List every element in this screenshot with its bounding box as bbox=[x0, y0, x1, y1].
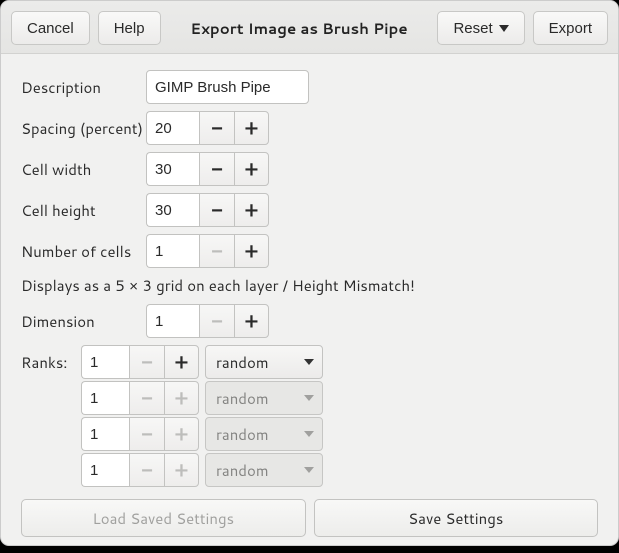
description-label: Description bbox=[21, 77, 146, 98]
export-button[interactable]: Export bbox=[533, 11, 608, 45]
rank-1-plus-button: + bbox=[164, 381, 199, 415]
rank-3-mode-label: random bbox=[216, 460, 269, 481]
dialog-window: Cancel Help Export Image as Brush Pipe R… bbox=[0, 0, 619, 546]
rank-0-mode-label: random bbox=[216, 352, 269, 373]
cell-height-plus-button[interactable]: + bbox=[234, 193, 269, 227]
rank-0-minus-button: − bbox=[129, 345, 164, 379]
reset-label: Reset bbox=[453, 20, 492, 37]
chevron-down-icon bbox=[304, 359, 314, 365]
chevron-down-icon bbox=[499, 25, 509, 32]
chevron-down-icon bbox=[304, 467, 314, 473]
cell-height-stepper: − + bbox=[146, 193, 269, 227]
rank-3-input[interactable] bbox=[81, 453, 129, 487]
num-cells-plus-button[interactable]: + bbox=[234, 234, 269, 268]
chevron-down-icon bbox=[304, 431, 314, 437]
cancel-button[interactable]: Cancel bbox=[11, 11, 90, 45]
rank-1-input[interactable] bbox=[81, 381, 129, 415]
dimension-input[interactable] bbox=[146, 304, 199, 338]
spacing-label: Spacing (percent) bbox=[21, 118, 146, 139]
rank-3-minus-button: − bbox=[129, 453, 164, 487]
num-cells-label: Number of cells bbox=[21, 241, 146, 262]
rank-1-stepper: − + bbox=[81, 381, 199, 415]
rank-2-mode-label: random bbox=[216, 424, 269, 445]
spacing-stepper: − + bbox=[146, 111, 269, 145]
help-button[interactable]: Help bbox=[98, 11, 161, 45]
cell-width-stepper: − + bbox=[146, 152, 269, 186]
rank-row-1: − + random bbox=[21, 381, 598, 415]
ranks-container: Ranks: − + random − + bbox=[21, 345, 598, 487]
dimension-stepper: − + bbox=[146, 304, 269, 338]
num-cells-stepper: − + bbox=[146, 234, 269, 268]
footer-buttons: Load Saved Settings Save Settings bbox=[21, 499, 598, 537]
cell-height-input[interactable] bbox=[146, 193, 199, 227]
num-cells-input[interactable] bbox=[146, 234, 199, 268]
header-bar: Cancel Help Export Image as Brush Pipe R… bbox=[1, 1, 618, 54]
spacing-input[interactable] bbox=[146, 111, 199, 145]
rank-2-input[interactable] bbox=[81, 417, 129, 451]
rank-3-plus-button: + bbox=[164, 453, 199, 487]
rank-row-0: Ranks: − + random bbox=[21, 345, 598, 379]
rank-0-stepper: − + bbox=[81, 345, 199, 379]
cell-width-plus-button[interactable]: + bbox=[234, 152, 269, 186]
dimension-plus-button[interactable]: + bbox=[234, 304, 269, 338]
spacing-plus-button[interactable]: + bbox=[234, 111, 269, 145]
cell-height-minus-button[interactable]: − bbox=[199, 193, 234, 227]
rank-3-mode-dropdown: random bbox=[205, 453, 323, 487]
dimension-label: Dimension bbox=[21, 311, 146, 332]
rank-2-minus-button: − bbox=[129, 417, 164, 451]
rank-1-mode-label: random bbox=[216, 388, 269, 409]
rank-row-3: − + random bbox=[21, 453, 598, 487]
rank-2-stepper: − + bbox=[81, 417, 199, 451]
cell-height-label: Cell height bbox=[21, 200, 146, 221]
cell-width-label: Cell width bbox=[21, 159, 146, 180]
cell-width-input[interactable] bbox=[146, 152, 199, 186]
dimension-minus-button: − bbox=[199, 304, 234, 338]
description-input[interactable] bbox=[146, 70, 309, 104]
load-settings-button: Load Saved Settings bbox=[21, 499, 306, 537]
rank-3-stepper: − + bbox=[81, 453, 199, 487]
ranks-label: Ranks: bbox=[21, 352, 75, 373]
rank-1-minus-button: − bbox=[129, 381, 164, 415]
chevron-down-icon bbox=[304, 395, 314, 401]
dialog-title: Export Image as Brush Pipe bbox=[175, 18, 424, 39]
rank-2-mode-dropdown: random bbox=[205, 417, 323, 451]
rank-1-mode-dropdown: random bbox=[205, 381, 323, 415]
spacing-minus-button[interactable]: − bbox=[199, 111, 234, 145]
save-settings-button[interactable]: Save Settings bbox=[314, 499, 599, 537]
rank-2-plus-button: + bbox=[164, 417, 199, 451]
dialog-body: Description Spacing (percent) − + Cell w… bbox=[1, 54, 618, 553]
cell-width-minus-button[interactable]: − bbox=[199, 152, 234, 186]
rank-0-input[interactable] bbox=[81, 345, 129, 379]
num-cells-minus-button: − bbox=[199, 234, 234, 268]
rank-0-mode-dropdown[interactable]: random bbox=[205, 345, 323, 379]
rank-0-plus-button[interactable]: + bbox=[164, 345, 199, 379]
status-text: Displays as a 5 × 3 grid on each layer /… bbox=[21, 275, 598, 296]
rank-row-2: − + random bbox=[21, 417, 598, 451]
reset-button[interactable]: Reset bbox=[437, 11, 524, 45]
